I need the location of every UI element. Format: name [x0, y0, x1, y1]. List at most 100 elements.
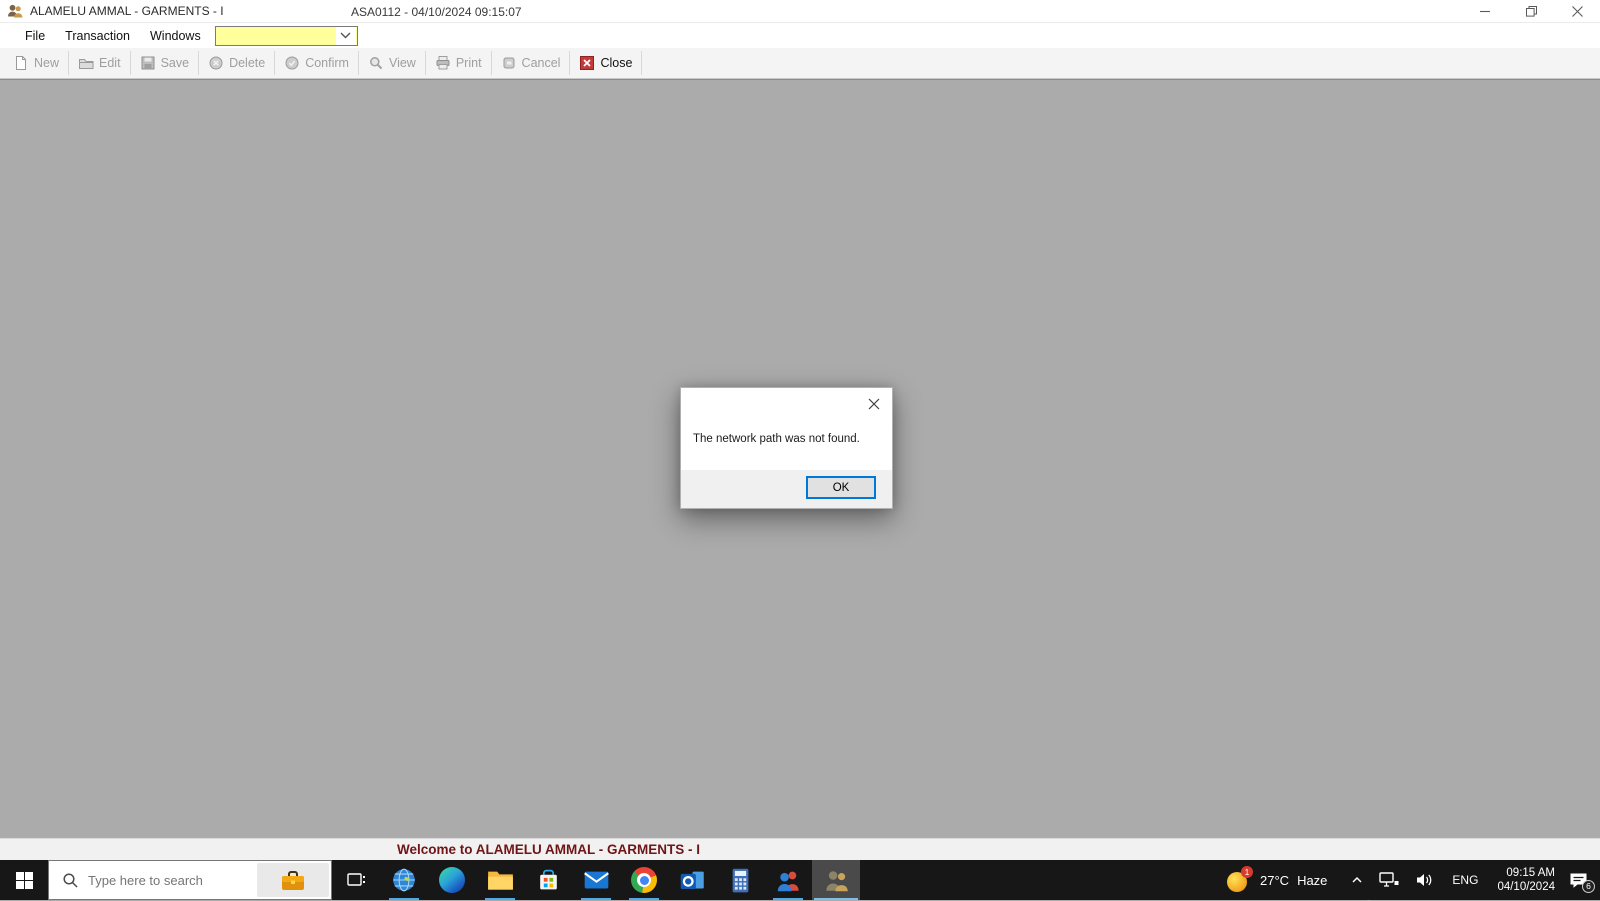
close-icon [868, 398, 880, 410]
confirm-button-label: Confirm [305, 56, 349, 70]
print-printer-icon [435, 55, 451, 71]
close-icon [1571, 6, 1583, 17]
weather-haze-icon: 1 [1227, 866, 1254, 892]
edit-button[interactable]: Edit [69, 50, 130, 76]
network-icon [1379, 871, 1399, 887]
new-button-label: New [34, 56, 60, 70]
taskbar-icon-edge[interactable] [428, 860, 476, 900]
view-magnifier-icon [368, 55, 384, 71]
folder-icon [487, 871, 513, 890]
outlook-icon [680, 871, 704, 889]
view-button[interactable]: View [359, 50, 425, 76]
welcome-message: Welcome to ALAMELU AMMAL - GARMENTS - I [397, 842, 700, 857]
task-view-icon [347, 873, 365, 886]
new-document-icon [13, 55, 29, 71]
weather-badge: 1 [1241, 866, 1254, 878]
toolbar-separator [641, 51, 643, 75]
window-title: ALAMELU AMMAL - GARMENTS - I [30, 4, 224, 18]
close-red-icon [579, 55, 595, 71]
clock[interactable]: 09:15 AM 04/10/2024 [1497, 866, 1555, 894]
title-bar: ALAMELU AMMAL - GARMENTS - I ASA0112 - 0… [0, 0, 1600, 23]
close-button-label: Close [600, 56, 633, 70]
restore-icon [1525, 6, 1537, 17]
ok-button[interactable]: OK [806, 476, 876, 499]
taskbar-icon-chrome[interactable] [620, 860, 668, 900]
menu-transaction[interactable]: Transaction [55, 23, 140, 48]
briefcase-icon [282, 870, 304, 890]
windows-combobox[interactable] [214, 25, 358, 46]
tray-overflow-button[interactable] [1351, 876, 1363, 884]
taskbar-icon-people[interactable] [764, 860, 812, 900]
start-button[interactable] [0, 860, 48, 900]
calculator-icon [732, 868, 748, 892]
cancel-button[interactable]: Cancel [492, 50, 570, 76]
windows-logo-icon [15, 871, 33, 889]
taskbar-icon-mail[interactable] [572, 860, 620, 900]
delete-button-label: Delete [229, 56, 266, 70]
app-people-icon [7, 3, 24, 20]
people-icon [777, 871, 799, 892]
notification-badge: 6 [1582, 879, 1595, 893]
taskbar-search-box[interactable] [48, 860, 332, 900]
taskbar-icon-active-app[interactable] [812, 860, 860, 900]
delete-button[interactable]: Delete [199, 50, 274, 76]
edit-folder-icon [78, 55, 94, 71]
save-floppy-icon [140, 55, 156, 71]
taskbar-icon-internet-explorer[interactable] [380, 860, 428, 900]
system-tray: 1 27°C Haze ENG 09:15 AM 04/10/2024 6 [1227, 860, 1600, 900]
task-view-button[interactable] [332, 860, 380, 900]
toolbar: New Edit Save Delete Confirm View Print … [0, 48, 1600, 79]
store-icon [539, 869, 557, 890]
cancel-button-label: Cancel [521, 56, 561, 70]
language-indicator[interactable]: ENG [1452, 873, 1478, 887]
search-app-highlight[interactable] [257, 863, 329, 897]
session-info: ASA0112 - 04/10/2024 09:15:07 [351, 4, 522, 19]
volume-button[interactable] [1415, 872, 1435, 888]
save-button[interactable]: Save [131, 50, 199, 76]
taskbar-icon-store[interactable] [524, 860, 572, 900]
save-button-label: Save [160, 56, 190, 70]
minimize-button[interactable] [1462, 0, 1508, 23]
clock-time: 09:15 AM [1506, 867, 1555, 879]
active-app-people-icon [825, 871, 848, 892]
action-center-button[interactable]: 6 [1569, 872, 1595, 893]
dialog-message: The network path was not found. [693, 433, 860, 445]
network-button[interactable] [1379, 871, 1399, 889]
print-button[interactable]: Print [426, 50, 491, 76]
restore-button[interactable] [1508, 0, 1554, 23]
close-button[interactable]: Close [570, 50, 641, 76]
cancel-icon [501, 55, 517, 71]
weather-condition: Haze [1297, 872, 1328, 888]
new-button[interactable]: New [4, 50, 68, 76]
clock-date: 04/10/2024 [1497, 881, 1555, 893]
mail-icon [583, 871, 609, 889]
minimize-icon [1479, 10, 1490, 13]
search-icon [62, 872, 79, 889]
weather-temperature: 27°C [1260, 872, 1290, 888]
chevron-down-icon[interactable] [335, 26, 356, 45]
taskbar-icon-calculator[interactable] [716, 860, 764, 900]
taskbar-icon-outlook[interactable] [668, 860, 716, 900]
weather-widget[interactable]: 1 27°C Haze [1227, 866, 1328, 892]
globe-icon [393, 868, 415, 892]
window-controls [1462, 0, 1600, 23]
dialog-footer: OK [681, 470, 892, 508]
menu-file[interactable]: File [15, 23, 55, 48]
print-button-label: Print [455, 56, 482, 70]
close-window-button[interactable] [1554, 0, 1600, 23]
chrome-icon [631, 867, 657, 893]
view-button-label: View [388, 56, 416, 70]
menu-windows[interactable]: Windows [140, 23, 211, 48]
confirm-circle-icon [284, 55, 300, 71]
message-dialog: The network path was not found. OK [680, 387, 893, 509]
chevron-up-icon [1352, 876, 1362, 883]
edit-button-label: Edit [99, 56, 121, 70]
delete-circle-icon [208, 55, 224, 71]
speaker-icon [1417, 874, 1432, 886]
status-bar: Welcome to ALAMELU AMMAL - GARMENTS - I [0, 838, 1600, 860]
confirm-button[interactable]: Confirm [275, 50, 358, 76]
menu-bar: File Transaction Windows [0, 23, 1600, 48]
taskbar-icon-file-explorer[interactable] [476, 860, 524, 900]
dialog-close-button[interactable] [860, 392, 888, 416]
edge-icon [439, 867, 465, 893]
